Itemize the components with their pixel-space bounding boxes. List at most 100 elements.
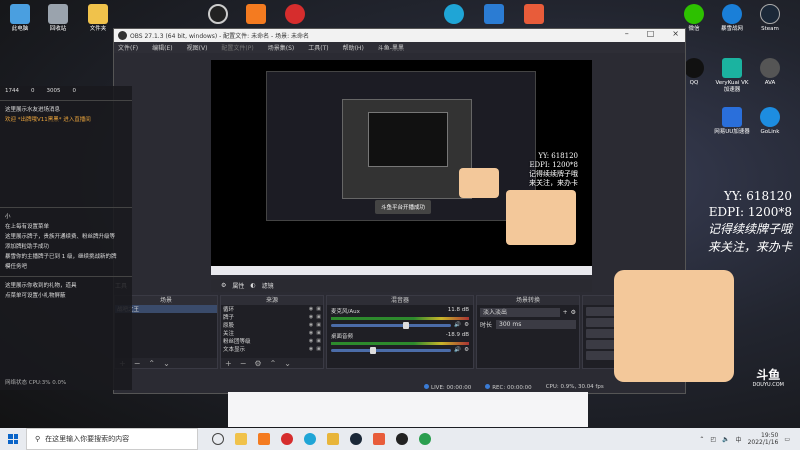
lock-icon[interactable]: ▣ xyxy=(316,322,323,328)
eye-icon[interactable]: ◉ xyxy=(309,338,313,344)
eye-icon[interactable]: ◉ xyxy=(309,330,313,336)
source-item[interactable]: 粉丝团等级 ◉ ▣ xyxy=(221,337,323,345)
qq-icon xyxy=(684,58,704,78)
taskbar-search[interactable]: ⚲ 在这里输入你要搜索的内容 xyxy=(26,428,198,450)
properties-button[interactable]: 属性 xyxy=(232,281,244,290)
desktop-icon-battlenet[interactable]: 暴雪战网 xyxy=(714,4,750,33)
transition-select[interactable]: 淡入淡出 xyxy=(480,308,560,317)
desktop-icon-h-app[interactable] xyxy=(516,4,552,26)
edge-tb-icon[interactable] xyxy=(304,433,316,445)
move-up-icon[interactable]: ⌃ xyxy=(148,359,155,368)
menu-view[interactable]: 视图(V) xyxy=(187,43,208,52)
volume-knob[interactable] xyxy=(402,321,409,329)
volume-icon[interactable]: 🔈 xyxy=(722,436,729,443)
minimize-icon[interactable]: – xyxy=(625,29,629,38)
desktop-icon-golink[interactable]: GoLink xyxy=(752,107,788,136)
duration-input[interactable]: 300 ms xyxy=(496,320,576,329)
desktop-icon-douyu[interactable] xyxy=(238,4,274,26)
desktop-icon-steam[interactable]: Steam xyxy=(752,4,788,33)
source-item[interactable]: 原股 ◉ ▣ xyxy=(221,321,323,329)
chrome-tb-icon[interactable] xyxy=(419,433,431,445)
task-view-icon[interactable] xyxy=(212,433,224,445)
source-item[interactable]: 牌子 ◉ ▣ xyxy=(221,313,323,321)
explorer-icon[interactable] xyxy=(235,433,247,445)
source-item[interactable]: 文本显示 ◉ ▣ xyxy=(221,345,323,353)
lock-icon[interactable]: ▣ xyxy=(316,314,323,320)
desktop-icon-edge[interactable] xyxy=(436,4,472,26)
volume-slider[interactable] xyxy=(331,321,452,329)
menu-edit[interactable]: 编辑(E) xyxy=(152,43,172,52)
transition-gear-icon[interactable]: ⚙ xyxy=(571,309,576,316)
menu-tools[interactable]: 工具(T) xyxy=(308,43,328,52)
desktop-icon-ava[interactable]: AVA xyxy=(752,58,788,87)
live-status: LIVE: 00:00:00 xyxy=(424,383,472,391)
source-up-icon[interactable]: ⌃ xyxy=(270,359,277,368)
source-label: 牌子 xyxy=(223,315,235,321)
network-icon[interactable]: ◰ xyxy=(710,436,716,443)
search-placeholder: 在这里输入你要搜索的内容 xyxy=(45,435,130,443)
source-item[interactable]: 关注 ◉ ▣ xyxy=(221,329,323,337)
remove-scene-icon[interactable]: − xyxy=(134,359,141,368)
live-time: LIVE: 00:00:00 xyxy=(431,384,472,391)
filter-icon[interactable]: ◐ xyxy=(250,282,255,289)
eye-icon[interactable]: ◉ xyxy=(309,346,313,352)
lock-icon[interactable]: ▣ xyxy=(316,330,323,336)
desktop-icon-computer[interactable]: 此电脑 xyxy=(2,4,38,33)
desktop-icon-recycle-bin[interactable]: 回收站 xyxy=(40,4,76,33)
move-down-icon[interactable]: ⌄ xyxy=(163,359,170,368)
remove-source-icon[interactable]: − xyxy=(240,359,247,368)
mixer-track: 麦克风/Aux 11.8 dB 🔊 ⚙ xyxy=(327,305,473,330)
h-tb-icon[interactable] xyxy=(373,433,385,445)
source-label: 循环 xyxy=(223,307,235,313)
obs-window[interactable]: OBS 27.1.3 (64 bit, windows) - 配置文件: 未命名… xyxy=(113,28,686,394)
track-gear-icon[interactable]: ⚙ xyxy=(464,322,469,328)
speaker-icon[interactable]: 🔊 xyxy=(454,322,461,328)
volume-knob[interactable] xyxy=(370,346,377,354)
gear-icon[interactable]: ⚙ xyxy=(221,282,226,289)
ime-indicator[interactable]: 中 xyxy=(736,435,742,444)
source-down-icon[interactable]: ⌄ xyxy=(284,359,291,368)
menu-file[interactable]: 文件(F) xyxy=(118,43,138,52)
desktop-icon-uu[interactable]: 网易UU加速器 xyxy=(714,107,750,136)
lock-icon[interactable]: ▣ xyxy=(316,338,323,344)
obs-preview[interactable]: YY: 618120 EDPI: 1200*8 记得续续牌子哦 来关注，来办卡 … xyxy=(211,60,592,275)
chat-bottom-status: 网络状态 CPU:3% 0.0% xyxy=(5,380,67,386)
speaker-icon[interactable]: 🔊 xyxy=(454,347,461,353)
computer-icon xyxy=(10,4,30,24)
tray-expand-icon[interactable]: ⌃ xyxy=(699,436,704,443)
douyu-tb-icon[interactable] xyxy=(258,433,270,445)
desktop-icon-folder[interactable]: 文件夹 xyxy=(80,4,116,33)
menu-help[interactable]: 帮助(H) xyxy=(343,43,364,52)
track-gear-icon[interactable]: ⚙ xyxy=(464,347,469,353)
add-transition-icon[interactable]: + xyxy=(563,309,568,316)
desktop-icon-obs[interactable] xyxy=(200,4,236,26)
desktop-icon-netease[interactable] xyxy=(277,4,313,26)
filters-button[interactable]: 滤镜 xyxy=(262,281,274,290)
battlenet-icon xyxy=(722,4,742,24)
maximize-icon[interactable]: □ xyxy=(647,29,655,38)
menu-scene-collection[interactable]: 场景集(S) xyxy=(268,43,295,52)
volume-slider[interactable] xyxy=(331,346,452,354)
netease-tb-icon[interactable] xyxy=(281,433,293,445)
game-tb-icon[interactable] xyxy=(327,433,339,445)
eye-icon[interactable]: ◉ xyxy=(309,314,313,320)
obs-title-bar[interactable]: OBS 27.1.3 (64 bit, windows) - 配置文件: 未命名… xyxy=(114,29,685,42)
add-source-icon[interactable]: + xyxy=(225,359,232,368)
lock-icon[interactable]: ▣ xyxy=(316,306,323,312)
eye-icon[interactable]: ◉ xyxy=(309,322,313,328)
desktop-icon-vscode[interactable] xyxy=(476,4,512,26)
eye-icon[interactable]: ◉ xyxy=(309,306,313,312)
notification-icon[interactable]: ▭ xyxy=(784,436,790,443)
divider xyxy=(0,207,132,208)
start-button[interactable] xyxy=(0,428,26,450)
taskbar-clock[interactable]: 19:50 2022/1/16 xyxy=(748,432,779,446)
obs-tb-icon[interactable] xyxy=(396,433,408,445)
lock-icon[interactable]: ▣ xyxy=(316,346,323,352)
menu-douyu-plugin[interactable]: 斗鱼-黑黑 xyxy=(378,43,404,52)
steam-tb-icon[interactable] xyxy=(350,433,362,445)
desktop-icon-verykuai[interactable]: VeryKuai VK加速器 xyxy=(714,58,750,94)
close-icon[interactable]: × xyxy=(672,29,679,38)
source-item[interactable]: 循环 ◉ ▣ xyxy=(221,305,323,313)
menu-profile[interactable]: 配置文件(P) xyxy=(221,43,253,52)
source-settings-icon[interactable]: ⚙ xyxy=(254,359,261,368)
